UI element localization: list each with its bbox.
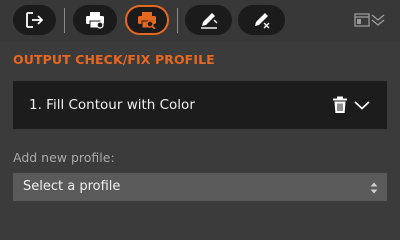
profile-select[interactable]: Select a profile bbox=[13, 173, 387, 201]
profile-row[interactable]: 1. Fill Contour with Color bbox=[13, 81, 387, 129]
print-fix-button[interactable] bbox=[125, 5, 169, 35]
pen-edit-icon bbox=[199, 11, 219, 29]
exit-icon bbox=[25, 11, 45, 29]
add-profile-label: Add new profile: bbox=[13, 150, 115, 165]
toolbar-separator bbox=[177, 8, 178, 33]
profile-label: 1. Fill Contour with Color bbox=[29, 97, 195, 113]
pen-edit-button[interactable] bbox=[185, 5, 232, 35]
chevron-down-icon[interactable] bbox=[351, 94, 373, 116]
trash-icon[interactable] bbox=[329, 94, 351, 116]
print-fix-icon bbox=[137, 11, 157, 29]
profile-select-value: Select a profile bbox=[23, 179, 121, 194]
section-title: OUTPUT CHECK/FIX PROFILE bbox=[13, 52, 215, 67]
toolbar-separator bbox=[64, 8, 65, 33]
exit-button[interactable] bbox=[13, 5, 56, 35]
toolbar bbox=[0, 0, 400, 42]
select-arrows-icon bbox=[369, 180, 379, 194]
print-check-button[interactable] bbox=[73, 5, 117, 35]
pen-fix-icon bbox=[252, 11, 272, 29]
collapse-chevron-icon[interactable] bbox=[368, 10, 388, 30]
print-check-icon bbox=[85, 11, 105, 29]
pen-fix-button[interactable] bbox=[238, 5, 285, 35]
